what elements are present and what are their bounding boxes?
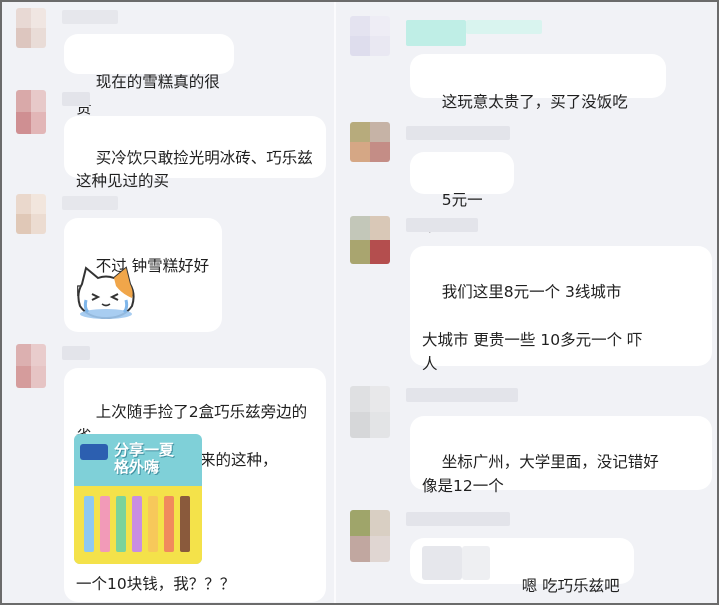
column-divider	[334, 2, 336, 603]
message-bubble[interactable]: 这玩意太贵了，买了没饭吃	[410, 54, 666, 111]
pixelated-username	[406, 20, 466, 46]
message-bubble[interactable]: 现在的雪糕真的很贵	[64, 34, 234, 117]
pixelated-username	[406, 218, 478, 232]
message-text: 我们这里8元一个 3线城市 大城市 更贵一些 10多元一个 吓 人	[422, 283, 643, 373]
message-bubble[interactable]: 5元一个?	[410, 152, 514, 235]
avatar[interactable]	[16, 8, 46, 48]
pixelated-username	[406, 388, 518, 402]
avatar[interactable]	[16, 194, 46, 234]
message-text: 买冷饮只敢捡光明冰砖、巧乐兹 这种见过的买	[76, 149, 313, 190]
message-caption: 一个10块钱，我？？？	[76, 575, 236, 593]
pixelated-quote	[462, 546, 490, 580]
avatar[interactable]	[350, 216, 390, 264]
message-bubble[interactable]: 我们这里8元一个 3线城市 大城市 更贵一些 10多元一个 吓 人	[410, 246, 712, 373]
message-text: 坐标广州，大学里面，没记错好 像是12一个	[422, 453, 659, 495]
ice-cream-bar	[116, 496, 126, 552]
message-bubble[interactable]: 买冷饮只敢捡光明冰砖、巧乐兹 这种见过的买	[64, 116, 326, 190]
message-bubble[interactable]: 坐标广州，大学里面，没记错好 像是12一个	[410, 416, 712, 495]
ice-cream-bar	[180, 496, 190, 552]
ice-cream-bar	[100, 496, 110, 552]
pixelated-quote	[422, 546, 462, 580]
avatar[interactable]	[350, 16, 390, 56]
promo-title: 分享一夏 格外嗨	[114, 441, 175, 476]
avatar[interactable]	[350, 386, 390, 438]
avatar[interactable]	[350, 122, 390, 162]
ice-cream-bar	[132, 496, 142, 552]
chat-screenshot: 现在的雪糕真的很贵 买冷饮只敢捡光明冰砖、巧乐兹 这种见过的买 不过 钟雪糕好好…	[0, 0, 719, 605]
message-text: 嗯 吃巧乐兹吧	[521, 577, 620, 595]
pixelated-username	[466, 20, 542, 34]
avatar[interactable]	[16, 90, 46, 134]
ice-cream-bar	[84, 496, 94, 552]
ice-cream-bar	[148, 496, 158, 552]
avatar[interactable]	[350, 510, 390, 562]
avatar[interactable]	[16, 344, 46, 388]
pixelated-username	[62, 10, 118, 24]
message-text: 现在的雪糕真的很贵	[76, 73, 220, 117]
ice-cream-bar	[164, 496, 174, 552]
pixelated-username	[406, 512, 510, 526]
pixelated-username	[62, 346, 90, 360]
brand-logo-icon	[80, 444, 108, 460]
ice-cream-box-photo[interactable]: 分享一夏 格外嗨	[74, 434, 202, 564]
pixelated-username	[406, 126, 510, 140]
pixelated-username	[62, 92, 90, 106]
pixelated-username	[62, 196, 118, 210]
message-text: 这玩意太贵了，买了没饭吃	[441, 93, 628, 111]
crying-cat-sticker[interactable]	[72, 264, 140, 320]
